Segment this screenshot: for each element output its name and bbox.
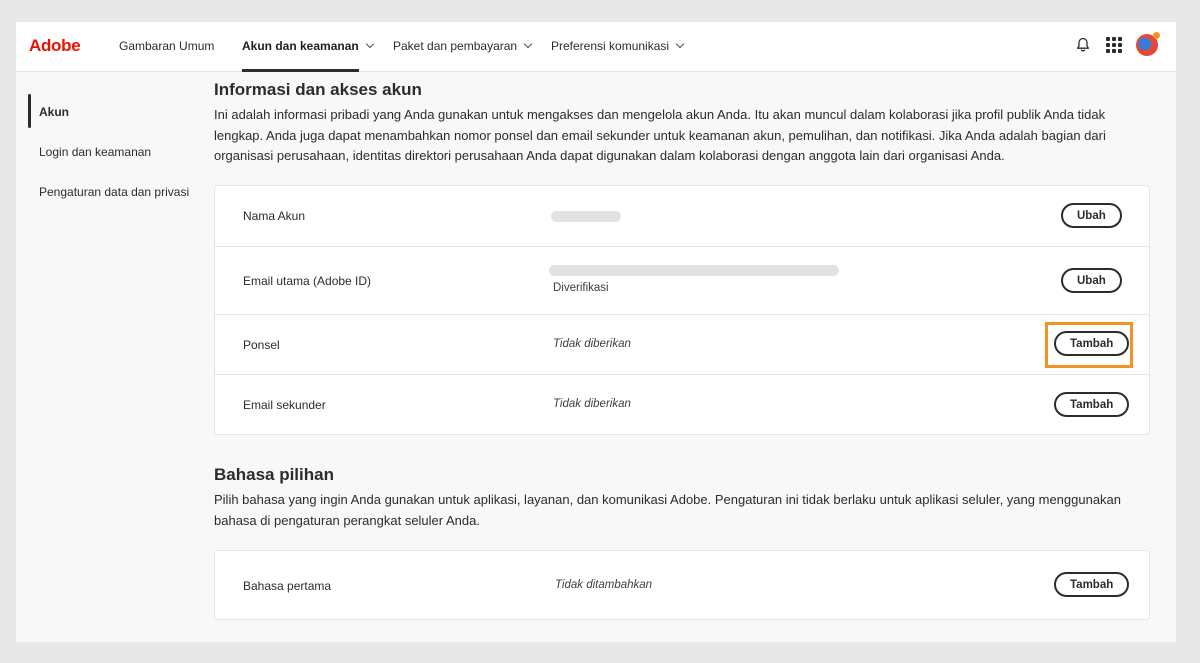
account-settings-window: Adobe Gambaran Umum Akun dan keamanan Pa… (16, 22, 1176, 642)
nav-tab-label: Gambaran Umum (119, 39, 215, 53)
row-label: Ponsel (243, 338, 280, 352)
account-section-title: Informasi dan akses akun (214, 80, 422, 99)
account-row-name: Nama Akun Ubah (215, 186, 1149, 247)
add-secondary-email-button[interactable]: Tambah (1054, 392, 1130, 417)
top-right-actions (1074, 32, 1160, 56)
sidebar-active-indicator (28, 94, 31, 128)
row-label: Bahasa pertama (243, 579, 332, 593)
sidebar-item-account[interactable]: Akun (39, 105, 69, 119)
redacted-email (549, 265, 839, 276)
sidebar-item-login-security[interactable]: Login dan keamanan (39, 145, 151, 159)
nav-tab-plans-payment[interactable]: Paket dan pembayaran (393, 39, 533, 53)
nav-tab-label: Preferensi komunikasi (551, 39, 670, 53)
bell-icon[interactable] (1074, 36, 1092, 54)
add-phone-button[interactable]: Tambah (1054, 331, 1130, 356)
edit-account-name-button[interactable]: Ubah (1061, 203, 1122, 228)
sidebar-item-data-privacy[interactable]: Pengaturan data dan privasi (39, 185, 189, 199)
row-label: Email sekunder (243, 398, 326, 412)
account-row-primary-email: Email utama (Adobe ID) Diverifikasi Ubah (215, 247, 1149, 315)
language-section-description: Pilih bahasa yang ingin Anda gunakan unt… (214, 492, 1122, 528)
active-tab-indicator (242, 69, 359, 72)
email-verified-status: Diverifikasi (553, 282, 609, 294)
language-row-first: Bahasa pertama Tidak ditambahkan Tambah (215, 551, 1149, 619)
apps-grid-icon[interactable] (1106, 37, 1122, 53)
chevron-down-icon (523, 39, 533, 49)
first-language-value: Tidak ditambahkan (555, 579, 653, 591)
chevron-down-icon (365, 39, 374, 49)
phone-value: Tidak diberikan (553, 338, 631, 350)
account-row-phone: Ponsel Tidak diberikan Tambah (215, 315, 1149, 375)
language-card: Bahasa pertama Tidak ditambahkan Tambah (214, 550, 1150, 620)
nav-tab-account-security[interactable]: Akun dan keamanan (242, 39, 374, 53)
account-info-card: Nama Akun Ubah Email utama (Adobe ID) Di… (214, 185, 1150, 435)
top-navigation-bar: Adobe Gambaran Umum Akun dan keamanan Pa… (16, 22, 1176, 72)
adobe-logo[interactable]: Adobe (29, 36, 81, 56)
account-row-secondary-email: Email sekunder Tidak diberikan Tambah (215, 375, 1149, 435)
nav-tab-communication-preferences[interactable]: Preferensi komunikasi (551, 39, 685, 53)
edit-primary-email-button[interactable]: Ubah (1061, 268, 1122, 293)
avatar[interactable] (1136, 32, 1160, 56)
nav-tab-label: Paket dan pembayaran (393, 39, 518, 53)
nav-tab-label: Akun dan keamanan (242, 39, 359, 53)
language-section-title: Bahasa pilihan (214, 465, 334, 484)
chevron-down-icon (675, 39, 685, 49)
row-label: Nama Akun (243, 209, 306, 223)
secondary-email-value: Tidak diberikan (553, 398, 631, 410)
nav-tab-overview[interactable]: Gambaran Umum (119, 39, 214, 53)
add-language-button[interactable]: Tambah (1054, 572, 1130, 597)
account-section-description: Ini adalah informasi pribadi yang Anda g… (214, 107, 1106, 163)
row-label: Email utama (Adobe ID) (243, 274, 372, 288)
redacted-account-name (551, 211, 621, 222)
